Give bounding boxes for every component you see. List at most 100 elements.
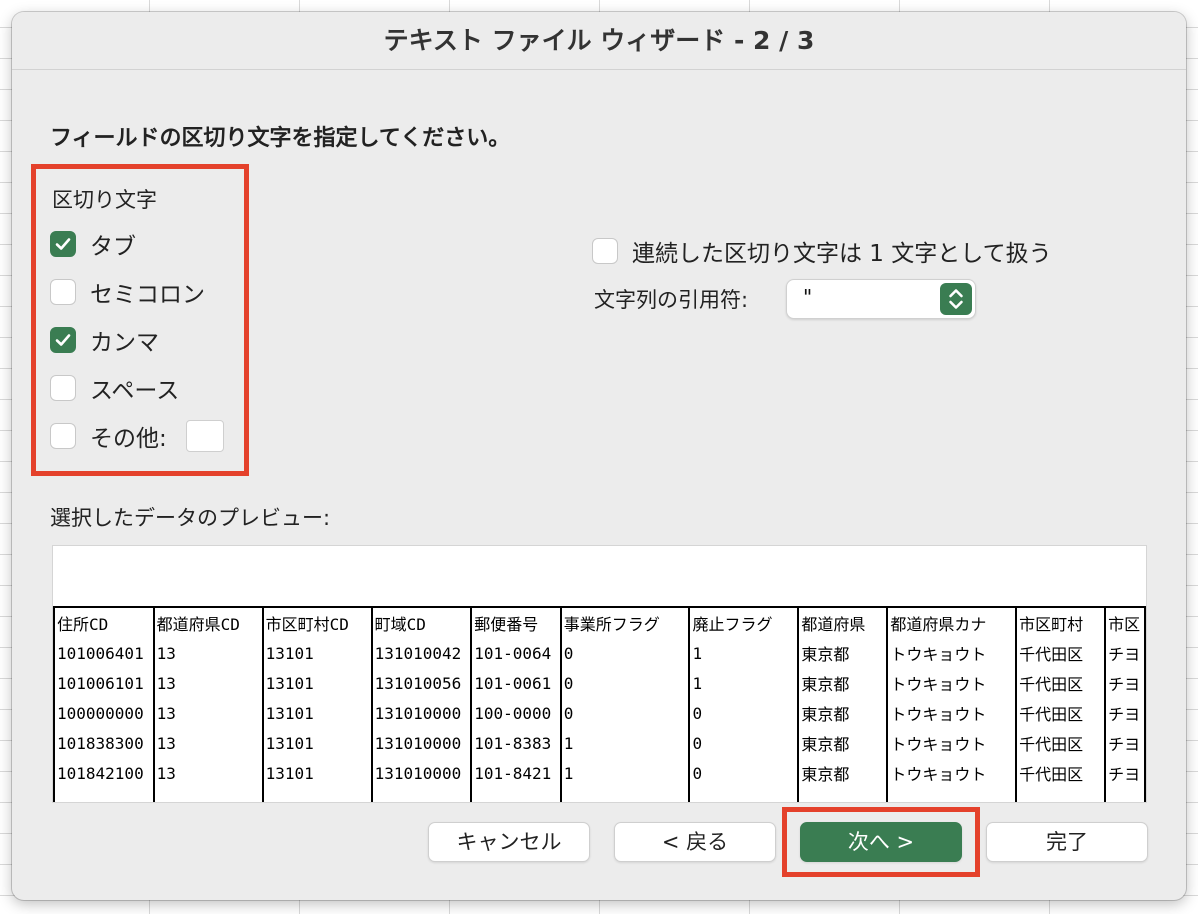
text-qualifier-label: 文字列の引用符: <box>594 288 749 312</box>
preview-cell: 1 <box>559 728 691 758</box>
preview-cell: 101006101 <box>53 668 155 698</box>
preview-cell: 131010000 <box>370 758 473 788</box>
preview-header-cell: 市区 <box>1104 606 1146 638</box>
preview-cell: 1 <box>688 638 800 668</box>
next-button-highlight-frame <box>782 807 980 877</box>
preview-cell: 13 <box>152 668 264 698</box>
preview-cell: 101838300 <box>53 728 155 758</box>
preview-cell: チヨ <box>1104 728 1146 758</box>
preview-cell: 13101 <box>261 638 373 668</box>
preview-header-cell: 町域CD <box>370 606 473 638</box>
preview-cell: 101-8421 <box>470 758 562 788</box>
chevron-up-down-icon <box>949 289 963 309</box>
preview-cell: 0 <box>559 668 691 698</box>
preview-row: 100000000 13 13101 131010000 100-0000 0 0 東京都 トウ… <box>53 698 1146 728</box>
preview-cell: 131010000 <box>370 728 473 758</box>
preview-cell: 13101 <box>261 728 373 758</box>
preview-cell <box>470 788 562 802</box>
preview-header-cell: 都道府県 <box>797 606 889 638</box>
preview-cell: 13101 <box>261 758 373 788</box>
preview-cell: 0 <box>559 698 691 728</box>
text-qualifier-select[interactable]: " <box>786 279 976 319</box>
preview-cell: 101-0064 <box>470 638 562 668</box>
preview-header-cell: 住所CD <box>53 606 155 638</box>
preview-cell <box>1104 788 1146 802</box>
preview-cell <box>370 788 473 802</box>
preview-header-cell: 市区町村 <box>1015 606 1107 638</box>
preview-cell: 100-0000 <box>470 698 562 728</box>
preview-header-cell: 市区町村CD <box>261 606 373 638</box>
preview-cell: 千代田区 <box>1015 668 1107 698</box>
preview-cell: トウキョウト <box>886 728 1018 758</box>
preview-label: 選択したデータのプレビュー: <box>50 506 331 530</box>
preview-header-cell: 事業所フラグ <box>559 606 691 638</box>
preview-cell: 0 <box>688 698 800 728</box>
cancel-button[interactable]: キャンセル <box>428 822 590 862</box>
preview-cell: 13101 <box>261 698 373 728</box>
finish-button[interactable]: 完了 <box>986 822 1148 862</box>
preview-cell: 101-8383 <box>470 728 562 758</box>
text-qualifier-value: " <box>803 285 813 309</box>
preview-cell: 0 <box>688 728 800 758</box>
treat-consecutive-label: 連続した区切り文字は 1 文字として扱う <box>632 241 1052 267</box>
preview-header-row: 住所CD 都道府県CD 市区町村CD 町域CD 郵便番号 事業所フラグ 廃止フラグ 都道府県都… <box>53 606 1146 638</box>
preview-cell: 101006401 <box>53 638 155 668</box>
preview-cell <box>688 788 800 802</box>
preview-row: 101006401 13 13101 131010042 101-0064 0 1 東京都 トウ… <box>53 638 1146 668</box>
preview-cell: チヨ <box>1104 638 1146 668</box>
preview-cell: 131010042 <box>370 638 473 668</box>
select-stepper[interactable] <box>940 283 972 315</box>
preview-row: 101838300 13 13101 131010000 101-8383 1 0 東京都 トウ… <box>53 728 1146 758</box>
preview-cell: 13 <box>152 638 264 668</box>
preview-cell <box>559 788 691 802</box>
preview-cell: チヨ <box>1104 698 1146 728</box>
preview-cell: 千代田区 <box>1015 758 1107 788</box>
preview-cell <box>152 788 264 802</box>
preview-cell: 101-0061 <box>470 668 562 698</box>
preview-header-cell: 都道府県カナ <box>886 606 1018 638</box>
preview-cell: 東京都 <box>797 728 889 758</box>
preview-cell: 千代田区 <box>1015 638 1107 668</box>
preview-cell: 東京都 <box>797 698 889 728</box>
preview-cell: チヨ <box>1104 668 1146 698</box>
preview-cell: トウキョウト <box>886 668 1018 698</box>
preview-cell <box>886 788 1018 802</box>
preview-cell: トウキョウト <box>886 758 1018 788</box>
preview-cell: 13 <box>152 728 264 758</box>
delimiters-highlight-frame <box>31 164 249 476</box>
preview-spacer-row <box>53 788 1146 802</box>
preview-cell: チヨ <box>1104 758 1146 788</box>
preview-table: 住所CD 都道府県CD 市区町村CD 町域CD 郵便番号 事業所フラグ 廃止フラグ 都道府県都… <box>53 606 1146 802</box>
preview-cell <box>53 788 155 802</box>
preview-cell <box>261 788 373 802</box>
back-button[interactable]: < 戻る <box>614 822 776 862</box>
instruction-text: フィールドの区切り文字を指定してください。 <box>50 126 511 151</box>
preview-cell: トウキョウト <box>886 638 1018 668</box>
preview-cell: 0 <box>559 638 691 668</box>
preview-header-cell: 都道府県CD <box>152 606 264 638</box>
preview-cell: 101842100 <box>53 758 155 788</box>
treat-consecutive-option[interactable]: 連続した区切り文字は 1 文字として扱う <box>592 236 1052 267</box>
preview-cell: 13101 <box>261 668 373 698</box>
preview-row: 101842100 13 13101 131010000 101-8421 1 0 東京都 トウ… <box>53 758 1146 788</box>
preview-cell: トウキョウト <box>886 698 1018 728</box>
data-preview-pane[interactable]: 住所CD 都道府県CD 市区町村CD 町域CD 郵便番号 事業所フラグ 廃止フラグ 都道府県都… <box>52 545 1147 803</box>
preview-cell <box>797 788 889 802</box>
preview-cell: 100000000 <box>53 698 155 728</box>
preview-cell <box>1015 788 1107 802</box>
preview-cell: 東京都 <box>797 668 889 698</box>
preview-cell: 13 <box>152 698 264 728</box>
dialog-title: テキスト ファイル ウィザード - 2 / 3 <box>12 12 1186 70</box>
preview-header-cell: 廃止フラグ <box>688 606 800 638</box>
preview-cell: 東京都 <box>797 758 889 788</box>
preview-cell: 131010056 <box>370 668 473 698</box>
preview-cell: 13 <box>152 758 264 788</box>
preview-cell: 131010000 <box>370 698 473 728</box>
text-import-wizard-dialog: テキスト ファイル ウィザード - 2 / 3 フィールドの区切り文字を指定して… <box>12 12 1186 900</box>
treat-consecutive-checkbox[interactable] <box>592 238 618 264</box>
preview-cell: 1 <box>559 758 691 788</box>
preview-cell: 千代田区 <box>1015 698 1107 728</box>
preview-cell: 東京都 <box>797 638 889 668</box>
preview-cell: 1 <box>688 668 800 698</box>
preview-cell: 0 <box>688 758 800 788</box>
